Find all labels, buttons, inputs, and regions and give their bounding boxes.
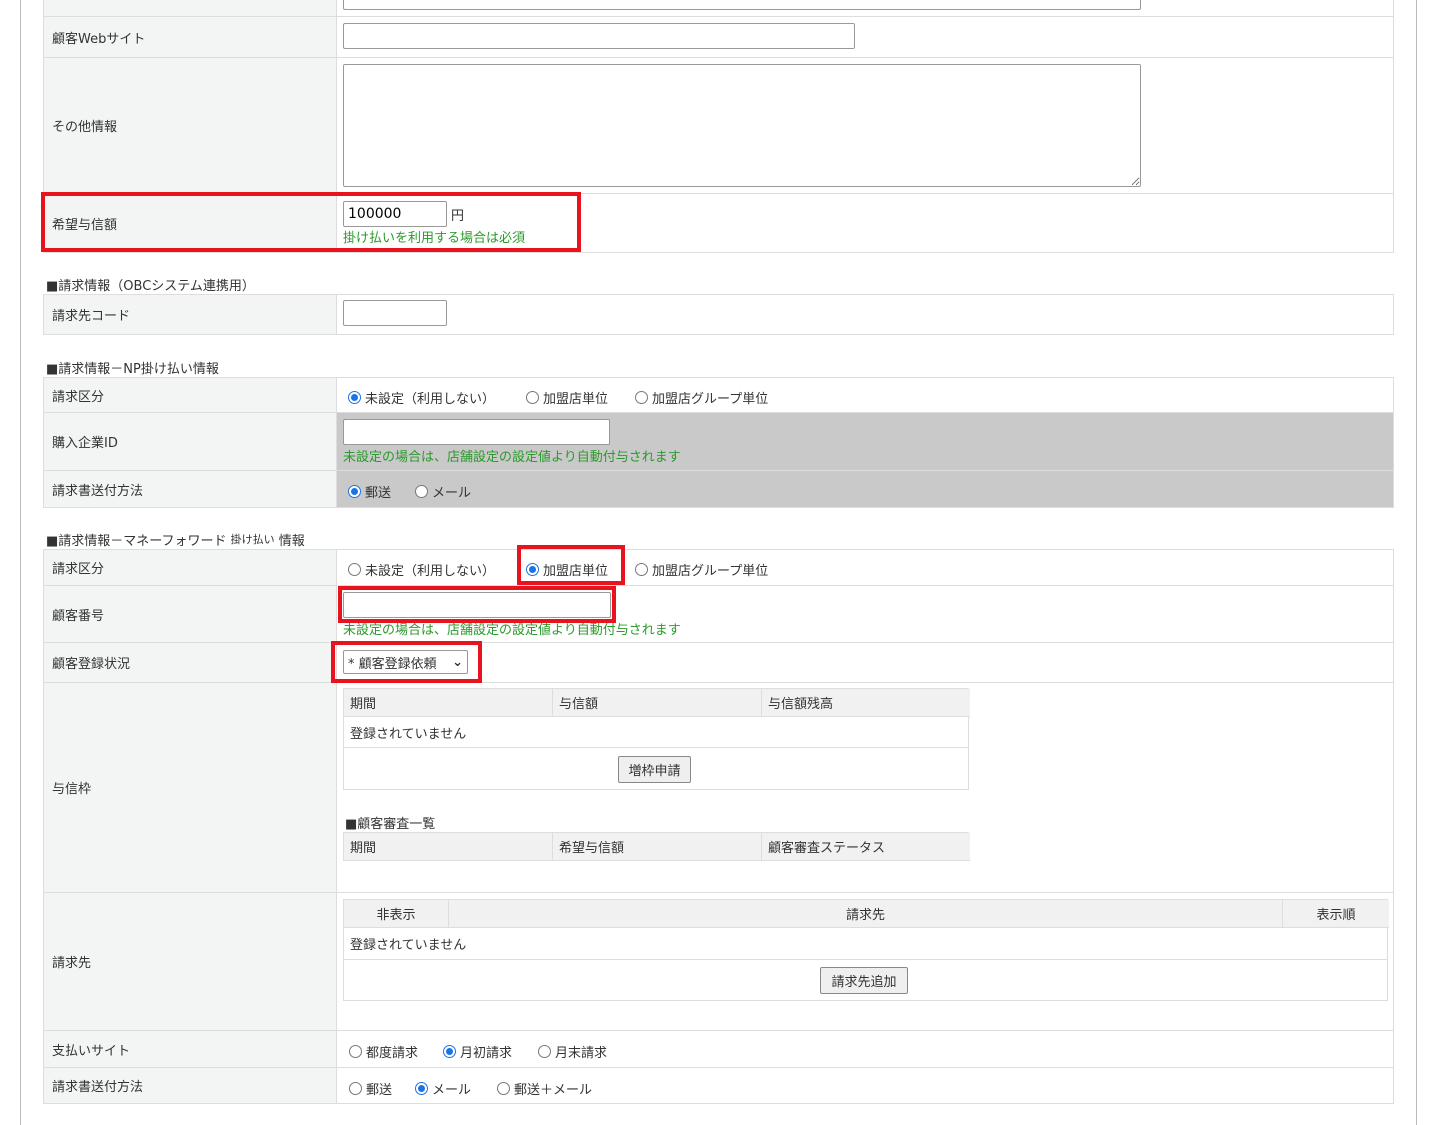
label-other-info: その他情報 bbox=[44, 58, 337, 193]
row-mf-send: 請求書送付方法 郵送 メール 郵送＋メール bbox=[43, 1068, 1394, 1104]
section-heading-obc: ■請求情報（OBCシステム連携用） bbox=[46, 279, 255, 294]
column-header: 希望与信額 bbox=[553, 833, 762, 861]
radio-icon[interactable] bbox=[538, 1045, 551, 1058]
radio-mf-group[interactable]: 加盟店グループ単位 bbox=[635, 560, 768, 579]
row-np-billing-type: 請求区分 未設定（利用しない） 加盟店単位 加盟店グループ単位 bbox=[43, 377, 1394, 413]
row-partial bbox=[43, 0, 1394, 17]
frame-right bbox=[1416, 0, 1417, 1125]
row-other-info: その他情報 bbox=[43, 58, 1394, 194]
radio-icon[interactable] bbox=[349, 1045, 362, 1058]
label-pay-site: 支払いサイト bbox=[44, 1031, 337, 1067]
radio-icon[interactable] bbox=[526, 391, 539, 404]
radio-icon[interactable] bbox=[635, 391, 648, 404]
section-heading-np: ■請求情報－NP掛け払い情報 bbox=[46, 362, 219, 377]
column-header: 顧客審査ステータス bbox=[762, 833, 970, 861]
label-billing-code: 請求先コード bbox=[44, 295, 337, 334]
row-credit-limit: 与信枠 期間 与信額 与信額残高 登録されていません 増枠申請 ■顧客審査一覧 … bbox=[43, 683, 1394, 893]
radio-icon[interactable] bbox=[415, 1082, 428, 1095]
radio-icon[interactable] bbox=[348, 563, 361, 576]
label bbox=[44, 0, 337, 16]
row-pay-site: 支払いサイト 都度請求 月初請求 月末請求 bbox=[43, 1031, 1394, 1068]
label-customer-no: 顧客番号 bbox=[44, 586, 337, 642]
textarea-partial[interactable] bbox=[343, 0, 1141, 10]
row-customer-no: 顧客番号 未設定の場合は、店舗設定の設定値より自動付与されます bbox=[43, 586, 1394, 643]
radio-icon[interactable] bbox=[497, 1082, 510, 1095]
highlight-box bbox=[338, 586, 616, 623]
radio-np-unset[interactable]: 未設定（利用しない） bbox=[348, 388, 495, 407]
increase-credit-button[interactable]: 増枠申請 bbox=[618, 756, 691, 783]
empty-message: 登録されていません bbox=[344, 717, 968, 748]
row-bill-to: 請求先 非表示 請求先 表示順 登録されていません 請求先追加 bbox=[43, 893, 1394, 1031]
website-input[interactable] bbox=[343, 23, 855, 49]
radio-icon[interactable] bbox=[348, 391, 361, 404]
radio-np-group[interactable]: 加盟店グループ単位 bbox=[635, 388, 768, 407]
radio-mf-mail[interactable]: メール bbox=[415, 1079, 471, 1098]
radio-pay-each[interactable]: 都度請求 bbox=[349, 1042, 418, 1061]
add-bill-to-button[interactable]: 請求先追加 bbox=[820, 967, 908, 994]
label-company-id: 購入企業ID bbox=[44, 413, 337, 470]
radio-np-merchant[interactable]: 加盟店単位 bbox=[526, 388, 608, 407]
radio-icon[interactable] bbox=[415, 485, 428, 498]
column-header: 非表示 bbox=[344, 900, 449, 928]
column-header: 請求先 bbox=[449, 900, 1283, 928]
label-np-send: 請求書送付方法 bbox=[44, 471, 337, 507]
other-info-textarea[interactable] bbox=[343, 64, 1141, 187]
row-company-id: 購入企業ID 未設定の場合は、店舗設定の設定値より自動付与されます bbox=[43, 413, 1394, 471]
billing-code-input[interactable] bbox=[343, 300, 447, 326]
empty-message: 登録されていません bbox=[344, 928, 1387, 960]
row-website: 顧客Webサイト bbox=[43, 17, 1394, 58]
radio-np-post[interactable]: 郵送 bbox=[348, 482, 391, 501]
radio-mf-unset[interactable]: 未設定（利用しない） bbox=[348, 560, 495, 579]
label-mf-billing-type: 請求区分 bbox=[44, 550, 337, 585]
column-header: 与信額残高 bbox=[762, 689, 970, 717]
row-billing-code: 請求先コード bbox=[43, 294, 1394, 335]
frame-left bbox=[20, 0, 21, 1125]
label-credit-limit: 与信枠 bbox=[44, 683, 337, 892]
highlight-box bbox=[331, 641, 482, 683]
column-header: 与信額 bbox=[553, 689, 762, 717]
highlight-box bbox=[41, 192, 581, 252]
radio-pay-month-end[interactable]: 月末請求 bbox=[538, 1042, 607, 1061]
row-reg-status: 顧客登録状況 * 顧客登録依頼 ⌄ bbox=[43, 643, 1394, 683]
company-id-note: 未設定の場合は、店舗設定の設定値より自動付与されます bbox=[343, 450, 681, 465]
credit-table: 期間 与信額 与信額残高 登録されていません 増枠申請 bbox=[343, 688, 970, 790]
column-header: 期間 bbox=[344, 689, 553, 717]
radio-np-mail[interactable]: メール bbox=[415, 482, 471, 501]
review-heading: ■顧客審査一覧 bbox=[345, 817, 436, 832]
radio-mf-post[interactable]: 郵送 bbox=[349, 1079, 392, 1098]
row-np-send: 請求書送付方法 郵送 メール bbox=[43, 471, 1394, 508]
company-id-input[interactable] bbox=[343, 419, 610, 445]
column-header: 表示順 bbox=[1283, 900, 1389, 928]
label-website: 顧客Webサイト bbox=[44, 17, 337, 57]
highlight-box bbox=[517, 545, 625, 585]
label-bill-to: 請求先 bbox=[44, 893, 337, 1030]
radio-mf-post-mail[interactable]: 郵送＋メール bbox=[497, 1079, 592, 1098]
radio-icon[interactable] bbox=[443, 1045, 456, 1058]
radio-icon[interactable] bbox=[348, 485, 361, 498]
row-mf-billing-type: 請求区分 未設定（利用しない） 加盟店単位 加盟店グループ単位 bbox=[43, 549, 1394, 586]
label-np-billing-type: 請求区分 bbox=[44, 378, 337, 412]
section-heading-mf: ■請求情報－マネーフォワード 掛け払い 情報 bbox=[46, 533, 305, 549]
column-header: 期間 bbox=[344, 833, 553, 861]
label-mf-send: 請求書送付方法 bbox=[44, 1068, 337, 1103]
radio-pay-month-start[interactable]: 月初請求 bbox=[443, 1042, 512, 1061]
radio-icon[interactable] bbox=[635, 563, 648, 576]
bill-to-table: 非表示 請求先 表示順 登録されていません 請求先追加 bbox=[343, 899, 1389, 1001]
label-reg-status: 顧客登録状況 bbox=[44, 643, 337, 682]
review-table: 期間 希望与信額 顧客審査ステータス bbox=[343, 832, 970, 861]
radio-icon[interactable] bbox=[349, 1082, 362, 1095]
